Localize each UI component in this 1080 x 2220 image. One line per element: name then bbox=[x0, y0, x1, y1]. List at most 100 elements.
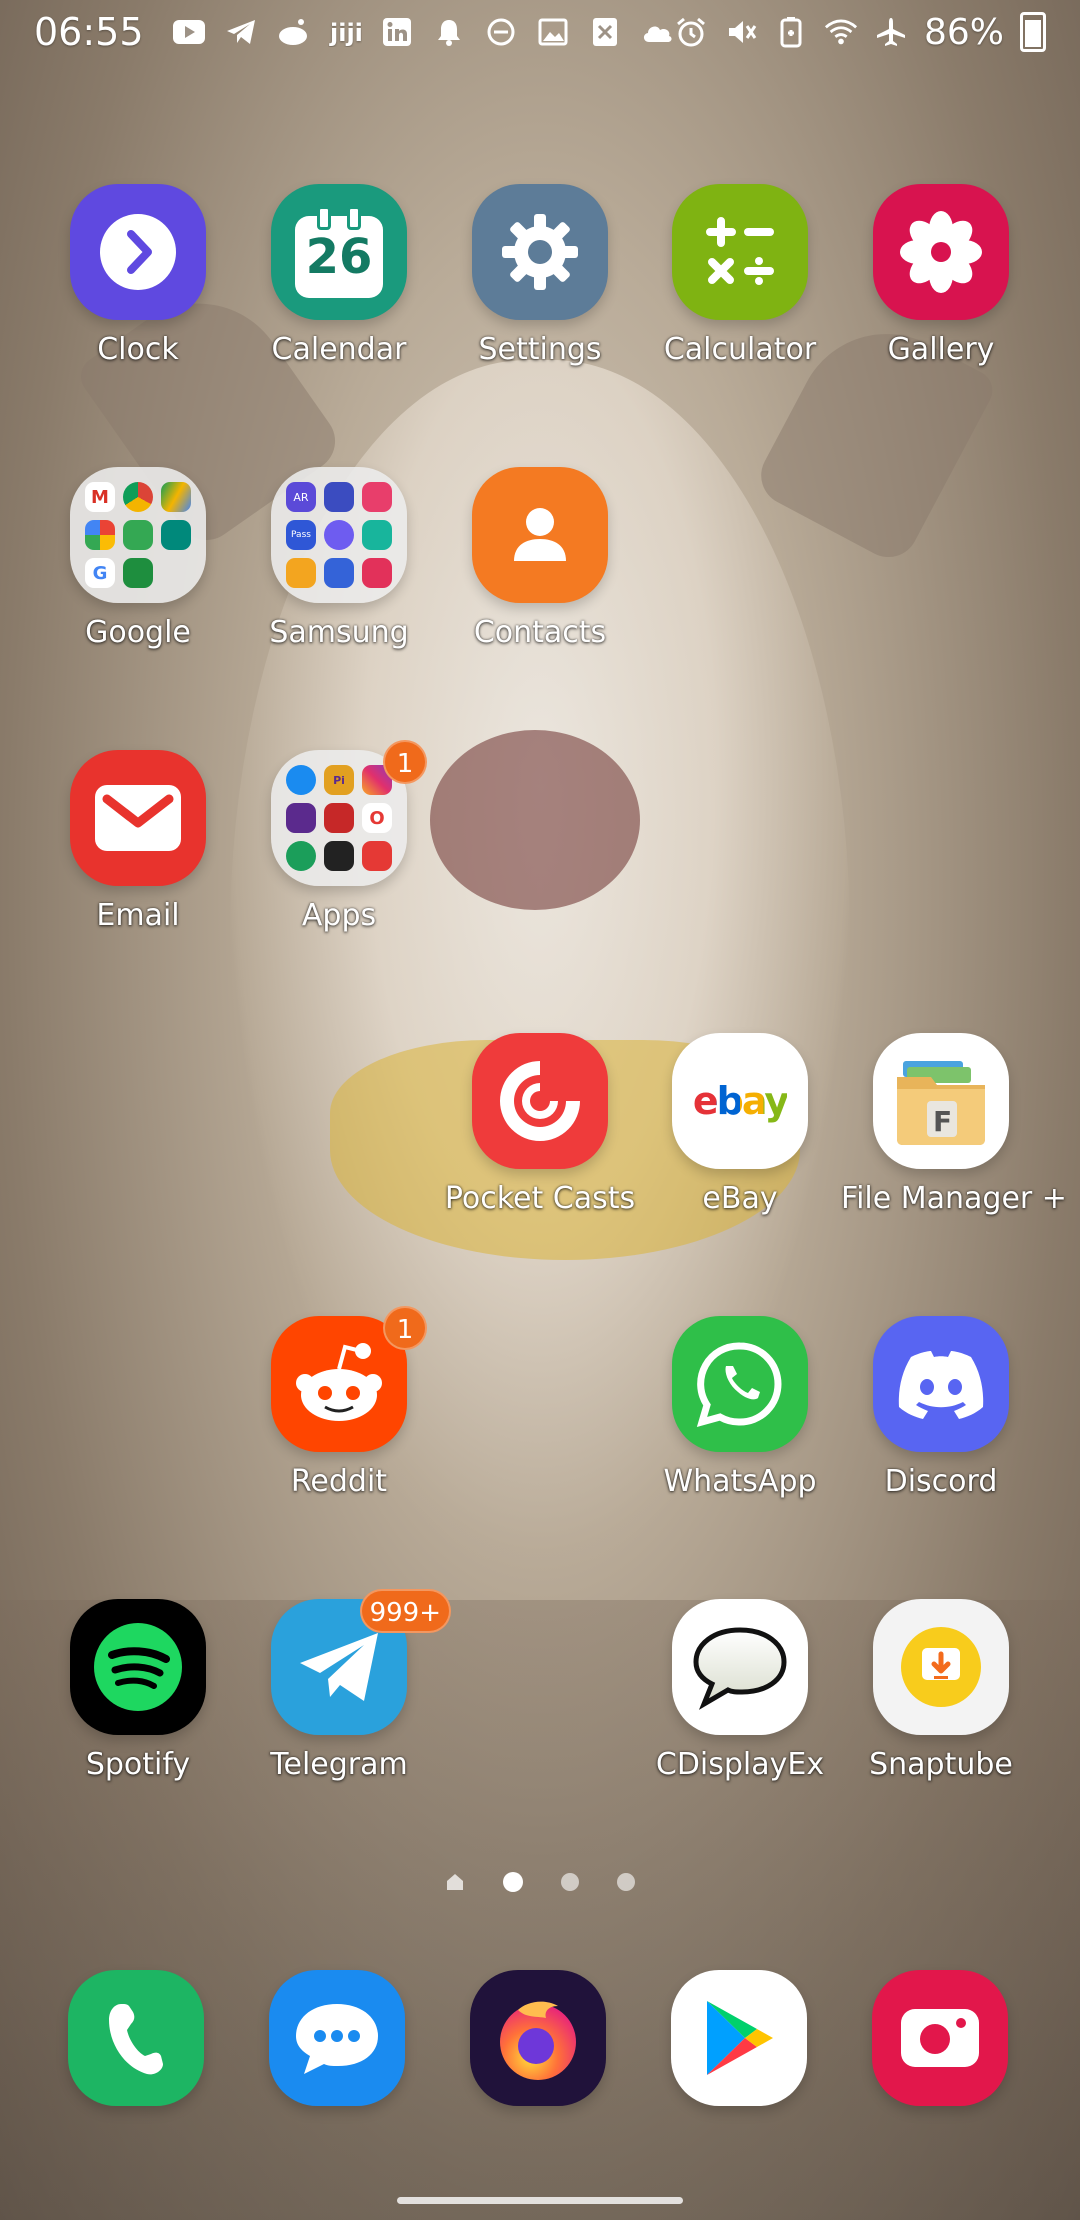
pocket-casts-icon bbox=[472, 1033, 608, 1169]
app-label: Email bbox=[96, 898, 180, 933]
image-icon bbox=[536, 15, 570, 49]
calendar-date: 26 bbox=[305, 229, 373, 285]
folder-icon: M G bbox=[70, 467, 206, 603]
dock-play-store[interactable] bbox=[639, 1970, 839, 2106]
dock-phone[interactable] bbox=[36, 1970, 236, 2106]
app-reddit[interactable]: 1 Reddit bbox=[239, 1306, 439, 1500]
battery-saver-icon bbox=[774, 15, 808, 49]
app-label: CDisplayEx bbox=[655, 1747, 825, 1782]
maps-icon bbox=[123, 520, 153, 550]
envelope-icon bbox=[70, 750, 206, 886]
discord-icon bbox=[873, 1316, 1009, 1452]
play-games-icon bbox=[123, 558, 153, 588]
dock-camera[interactable] bbox=[840, 1970, 1040, 2106]
pass-icon: Pass bbox=[286, 520, 316, 550]
notification-badge: 1 bbox=[383, 740, 427, 784]
speech-bubble-icon bbox=[672, 1599, 808, 1735]
status-bar[interactable]: 06:55 jiji 86% bbox=[0, 0, 1080, 64]
app-calendar[interactable]: 26 Calendar bbox=[239, 184, 439, 368]
page-dot-active[interactable] bbox=[503, 1872, 523, 1892]
apps-grid-icon bbox=[324, 482, 354, 512]
app-pocket-casts[interactable]: Pocket Casts bbox=[440, 1033, 640, 1217]
gear-icon bbox=[472, 184, 608, 320]
app-label: Contacts bbox=[473, 615, 607, 650]
opera-icon: O bbox=[362, 803, 392, 833]
page-indicator[interactable] bbox=[0, 1872, 1080, 1892]
gmail-icon: M bbox=[85, 482, 115, 512]
app-label: Settings bbox=[478, 332, 602, 367]
app-label: eBay bbox=[702, 1181, 778, 1216]
app-ebay[interactable]: ebay eBay bbox=[640, 1033, 840, 1217]
downloader-icon bbox=[362, 841, 392, 871]
app-label: Telegram bbox=[270, 1747, 408, 1782]
smartthings-icon bbox=[324, 558, 354, 588]
home-page-icon[interactable] bbox=[445, 1872, 465, 1892]
clock-icon bbox=[70, 184, 206, 320]
dock-messages[interactable] bbox=[237, 1970, 437, 2106]
svg-text:F: F bbox=[933, 1105, 952, 1138]
folder-google[interactable]: M G Google bbox=[38, 467, 238, 651]
pi-browser-icon bbox=[286, 803, 316, 833]
app-label: Snaptube bbox=[869, 1747, 1013, 1782]
meet-icon bbox=[161, 520, 191, 550]
app-snaptube[interactable]: Snaptube bbox=[841, 1599, 1041, 1783]
folder-apps[interactable]: Pi O 1 Apps bbox=[239, 740, 439, 934]
shazam-icon bbox=[286, 765, 316, 795]
wallpaper-cat-mouth bbox=[430, 730, 640, 910]
app-spotify[interactable]: Spotify bbox=[38, 1599, 238, 1783]
firefox-icon bbox=[470, 1970, 606, 2106]
drive-icon bbox=[161, 482, 191, 512]
page-dot[interactable] bbox=[561, 1873, 579, 1891]
alarm-icon bbox=[674, 15, 708, 49]
app-calculator[interactable]: Calculator bbox=[640, 184, 840, 368]
battery-icon bbox=[1020, 12, 1046, 52]
app-label: Pocket Casts bbox=[444, 1181, 636, 1216]
app-email[interactable]: Email bbox=[38, 750, 238, 934]
mute-vibrate-icon bbox=[724, 15, 758, 49]
app-label: Spotify bbox=[85, 1747, 191, 1782]
app-label: Reddit bbox=[290, 1464, 388, 1499]
google-g-icon: G bbox=[85, 558, 115, 588]
app-label: Gallery bbox=[887, 332, 995, 367]
app-whatsapp[interactable]: WhatsApp bbox=[640, 1316, 840, 1500]
app-contacts[interactable]: Contacts bbox=[440, 467, 640, 651]
phone-icon bbox=[68, 1970, 204, 2106]
pdf-icon bbox=[324, 803, 354, 833]
tips-icon bbox=[286, 558, 316, 588]
app-label: Discord bbox=[884, 1464, 998, 1499]
message-bubble-icon bbox=[269, 1970, 405, 2106]
app-label: Calendar bbox=[271, 332, 407, 367]
app-settings[interactable]: Settings bbox=[440, 184, 640, 368]
app-label: Samsung bbox=[269, 615, 409, 650]
play-store-icon bbox=[671, 1970, 807, 2106]
cloud-icon bbox=[640, 15, 674, 49]
settings-gear-icon bbox=[286, 841, 316, 871]
jiji-icon: jiji bbox=[328, 15, 362, 49]
photos-icon bbox=[85, 520, 115, 550]
folder-f-icon: F bbox=[873, 1033, 1009, 1169]
app-file-manager[interactable]: F File Manager + bbox=[841, 1033, 1067, 1217]
app-label: WhatsApp bbox=[663, 1464, 817, 1499]
gesture-bar[interactable] bbox=[397, 2197, 683, 2204]
app-label: Clock bbox=[97, 332, 179, 367]
app-telegram[interactable]: 999+ Telegram bbox=[239, 1589, 451, 1783]
app-cdisplayex[interactable]: CDisplayEx bbox=[640, 1599, 840, 1783]
ar-zone-icon: AR bbox=[286, 482, 316, 512]
calculator-icon bbox=[672, 184, 808, 320]
x-icon bbox=[588, 15, 622, 49]
airplane-icon bbox=[874, 15, 908, 49]
app-gallery[interactable]: Gallery bbox=[841, 184, 1041, 368]
dock-firefox[interactable] bbox=[438, 1970, 638, 2106]
notification-badge: 999+ bbox=[359, 1589, 451, 1633]
dnd-icon bbox=[484, 15, 518, 49]
spotify-icon bbox=[70, 1599, 206, 1735]
ebay-logo-icon: ebay bbox=[672, 1033, 808, 1169]
app-discord[interactable]: Discord bbox=[841, 1316, 1041, 1500]
folder-samsung[interactable]: AR Pass Samsung bbox=[239, 467, 439, 651]
voice-recorder-icon bbox=[362, 558, 392, 588]
app-label: Calculator bbox=[663, 332, 817, 367]
page-dot[interactable] bbox=[617, 1873, 635, 1891]
flower-icon bbox=[873, 184, 1009, 320]
app-clock[interactable]: Clock bbox=[38, 184, 238, 368]
app-label: File Manager + bbox=[841, 1181, 1067, 1216]
